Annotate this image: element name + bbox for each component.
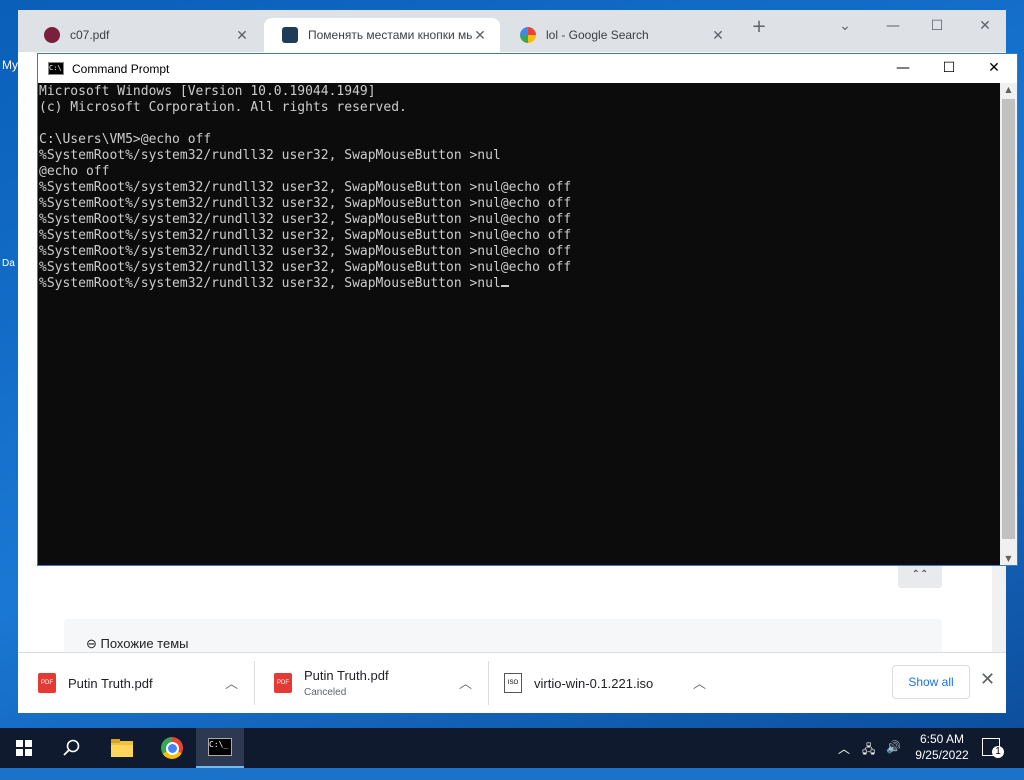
console-scrollbar[interactable]: ▲ ▼: [1000, 83, 1017, 565]
download-name: Putin Truth.pdf: [304, 668, 389, 683]
console-line: C:\Users\VM5>@echo off: [39, 132, 212, 147]
console-line: %SystemRoot%/system32/rundll32 user32, S…: [39, 196, 572, 211]
download-name: virtio-win-0.1.221.iso: [534, 675, 654, 691]
download-item[interactable]: PDF Putin Truth.pdf Canceled ︿: [254, 653, 488, 713]
downloads-bar: PDF Putin Truth.pdf ︿ PDF Putin Truth.pd…: [18, 652, 1006, 713]
close-icon[interactable]: ✕: [472, 27, 488, 44]
maximize-button[interactable]: ☐: [926, 54, 972, 83]
clock-time: 6:50 AM: [919, 732, 965, 746]
pdf-file-icon: PDF: [38, 673, 56, 693]
tab-google-search[interactable]: lol - Google Search ✕: [502, 18, 738, 52]
close-downloads-button[interactable]: ✕: [980, 669, 995, 690]
notification-count: 1: [992, 746, 1004, 758]
command-prompt-taskbar-button[interactable]: C:\_: [196, 728, 244, 768]
scroll-up-arrow-icon[interactable]: ▲: [1000, 85, 1017, 94]
console-line-text: %SystemRoot%/system32/rundll32 user32, S…: [39, 276, 501, 291]
start-button[interactable]: [0, 728, 48, 768]
minimize-button[interactable]: —: [878, 18, 908, 34]
search-button[interactable]: [48, 728, 96, 768]
close-button[interactable]: ✕: [971, 54, 1017, 83]
chevron-up-icon[interactable]: ︿: [225, 673, 238, 692]
console-line: Microsoft Windows [Version 10.0.19044.19…: [39, 84, 376, 99]
command-prompt-window: C:\ Command Prompt — ☐ ✕ Microsoft Windo…: [37, 53, 1018, 566]
console-line: %SystemRoot%/system32/rundll32 user32, S…: [39, 228, 572, 243]
scrollbar-thumb[interactable]: [1002, 99, 1015, 539]
console-line: %SystemRoot%/system32/rundll32 user32, S…: [39, 212, 572, 227]
show-hidden-icons-button[interactable]: ︿: [838, 740, 856, 780]
download-name: Putin Truth.pdf: [68, 675, 153, 691]
taskbar: C:\_ ︿ 🖧 🔊 6:50 AM 9/25/2022 1: [0, 728, 1024, 768]
maximize-button[interactable]: ☐: [922, 18, 952, 34]
console-line: (c) Microsoft Corporation. All rights re…: [39, 100, 407, 115]
volume-icon[interactable]: 🔊: [886, 740, 901, 780]
title-bar[interactable]: C:\ Command Prompt — ☐ ✕: [38, 54, 1017, 83]
console-line: %SystemRoot%/system32/rundll32 user32, S…: [39, 260, 572, 275]
console-line: [39, 116, 999, 132]
file-explorer-button[interactable]: [98, 728, 146, 768]
console-prompt-line[interactable]: %SystemRoot%/system32/rundll32 user32, S…: [39, 276, 999, 292]
close-icon[interactable]: ✕: [710, 27, 726, 44]
cmd-icon: C:\: [48, 62, 64, 75]
pdf-favicon-icon: [44, 27, 60, 43]
show-all-button[interactable]: Show all: [892, 665, 970, 699]
clock-date: 9/25/2022: [915, 748, 969, 762]
site-favicon-icon: [282, 27, 298, 43]
chevron-up-icon[interactable]: ︿: [693, 673, 706, 692]
desktop-icon-label[interactable]: Da: [2, 258, 15, 269]
notification-center-button[interactable]: 1: [982, 738, 1006, 778]
minimize-button[interactable]: —: [880, 54, 926, 83]
tab-title: Поменять местами кнопки мыш: [308, 28, 472, 42]
clock[interactable]: 6:50 AM 9/25/2022: [914, 732, 970, 772]
tab-title: c07.pdf: [70, 28, 110, 42]
console-line: %SystemRoot%/system32/rundll32 user32, S…: [39, 244, 572, 259]
chrome-icon: [161, 737, 183, 759]
console-line: %SystemRoot%/system32/rundll32 user32, S…: [39, 180, 572, 195]
console-line: %SystemRoot%/system32/rundll32 user32, S…: [39, 148, 501, 163]
tab-search-button[interactable]: ⌄: [830, 18, 860, 34]
folder-icon: [111, 739, 133, 757]
console-line: @echo off: [39, 164, 110, 179]
download-status: Canceled: [304, 687, 347, 698]
download-item[interactable]: ISO virtio-win-0.1.221.iso ︿: [488, 653, 722, 713]
tab-title: lol - Google Search: [546, 28, 649, 42]
tab-bar: c07.pdf ✕ Поменять местами кнопки мыш ✕ …: [18, 10, 1006, 52]
iso-file-icon: ISO: [504, 673, 522, 693]
tab-c07-pdf[interactable]: c07.pdf ✕: [26, 18, 262, 52]
download-item[interactable]: PDF Putin Truth.pdf ︿: [18, 653, 254, 713]
desktop-icon-label[interactable]: My: [2, 58, 18, 72]
new-tab-button[interactable]: +: [744, 16, 774, 37]
chevron-up-icon[interactable]: ︿: [459, 673, 472, 692]
chrome-button[interactable]: [148, 728, 196, 768]
close-icon[interactable]: ✕: [234, 27, 250, 44]
similar-topics-label: ⊖ Похожие темы: [86, 636, 189, 651]
tab-active[interactable]: Поменять местами кнопки мыш ✕: [264, 18, 500, 52]
network-icon[interactable]: 🖧: [862, 740, 875, 780]
text-cursor: [500, 285, 509, 287]
close-button[interactable]: ✕: [970, 18, 1000, 34]
search-icon: [63, 739, 80, 756]
pdf-file-icon: PDF: [274, 673, 292, 693]
google-favicon-icon: [520, 27, 536, 43]
windows-logo-icon: [16, 740, 32, 756]
window-title: Command Prompt: [72, 61, 170, 76]
scroll-down-arrow-icon[interactable]: ▼: [1000, 554, 1017, 563]
cmd-icon: C:\_: [208, 738, 232, 756]
console-output[interactable]: Microsoft Windows [Version 10.0.19044.19…: [39, 84, 999, 564]
